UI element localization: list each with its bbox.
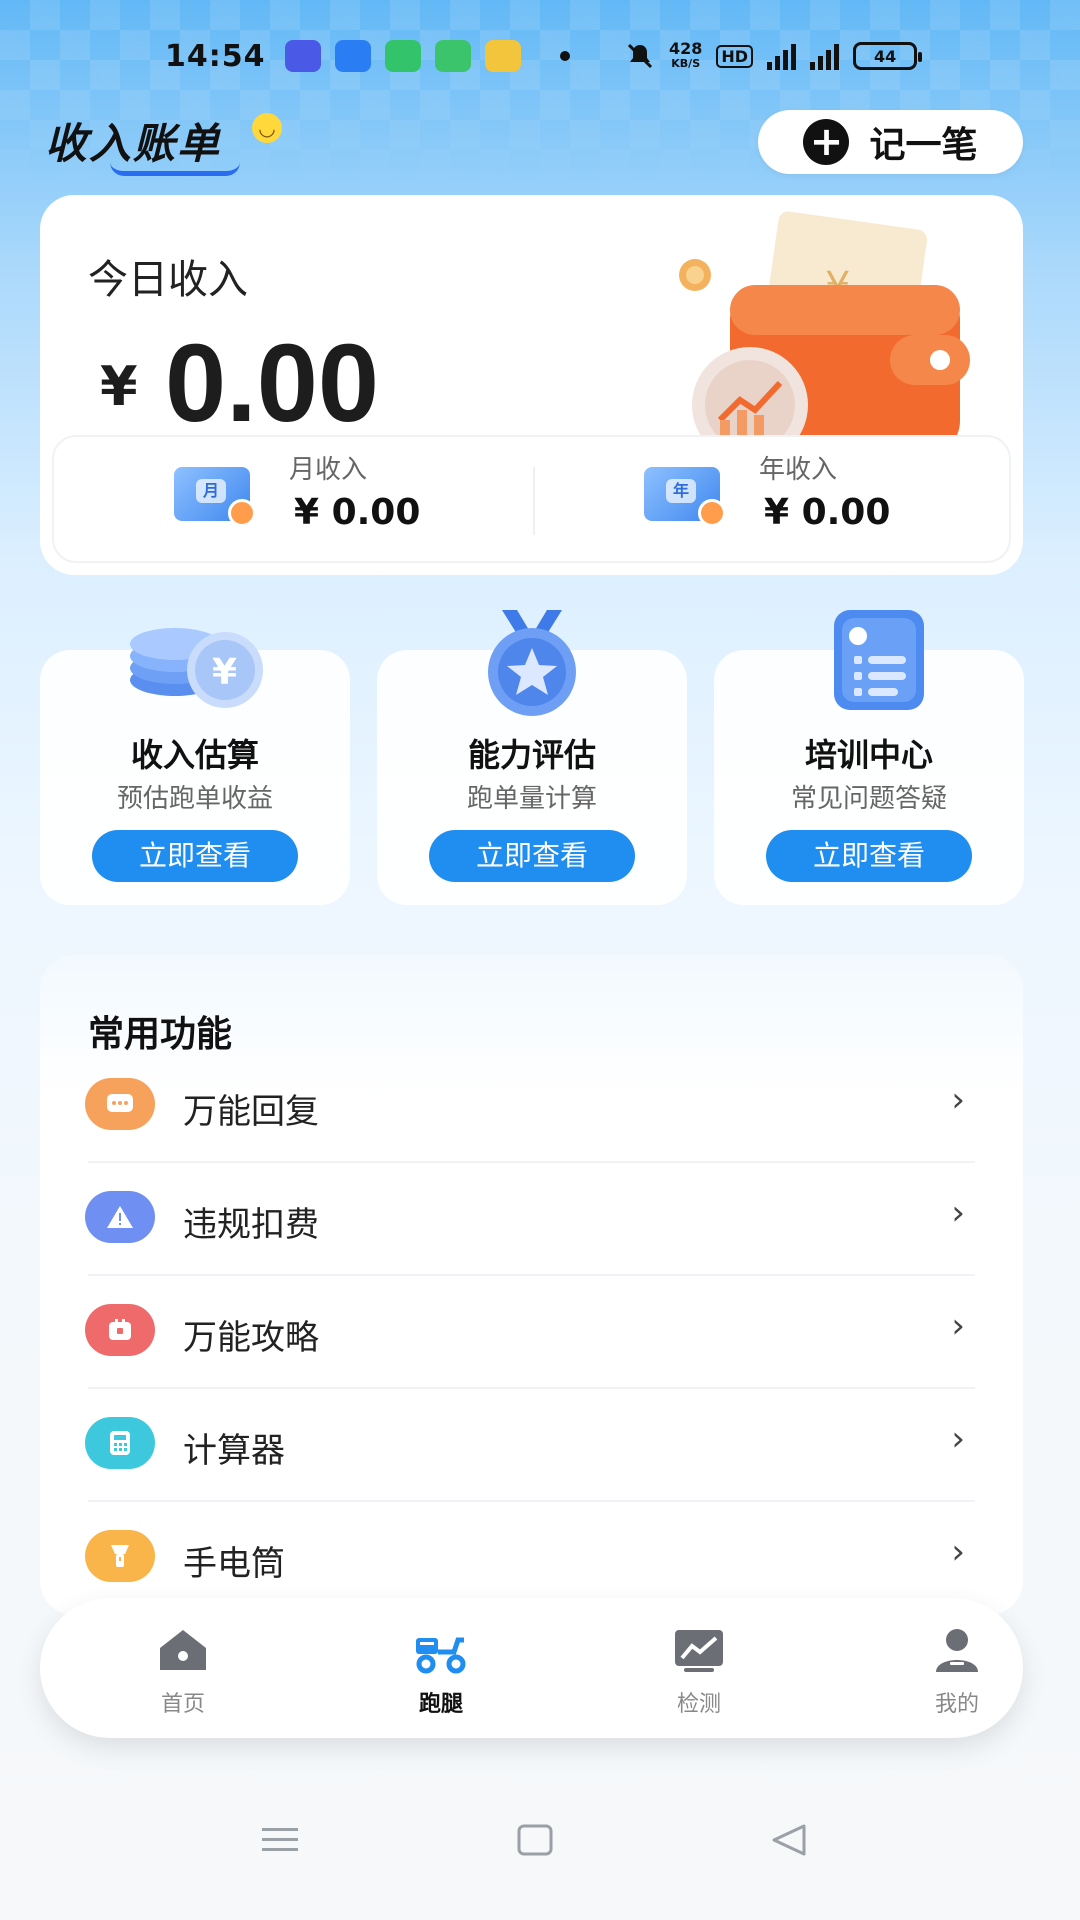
nav-label: 首页 [160,1692,205,1717]
add-record-label: 记一笔 [869,125,978,166]
menu-button[interactable] [250,1815,310,1865]
chevron-right-icon: › [951,1080,965,1120]
signal-icon [767,42,797,70]
wechat-notification-icon [435,40,471,72]
app-notification-icon [335,40,371,72]
notification-icons [285,40,521,72]
list-item-violation-deduction[interactable]: 违规扣费 › [40,1163,1023,1276]
today-income-label: 今日收入 [88,257,248,303]
status-time: 14:54 [165,38,266,74]
list-item-calculator[interactable]: 计算器 › [40,1389,1023,1502]
yearly-income-value: ¥ 0.00 [764,492,891,533]
list-item-label: 万能回复 [183,1092,319,1132]
add-record-button[interactable]: + 记一笔 [758,110,1023,174]
signal-icon [810,42,840,70]
network-speed-value: 428 [669,39,703,58]
feature-subtitle: 预估跑单收益 [116,784,273,814]
status-indicators: 428 KB/S HD 44 [625,41,923,71]
feature-title: 收入估算 [130,736,259,774]
feature-card-training-center[interactable]: 培训中心 常见问题答疑 立即查看 [714,610,1024,905]
view-now-button[interactable]: 立即查看 [429,830,635,882]
income-card: 今日收入 ¥ 0.00 ¥ 月 月收入 ¥ 0.00 年 年收入 ¥ 0.00 [40,195,1023,575]
hd-badge: HD [716,44,754,68]
nav-item-detect[interactable]: 检测 [624,1598,774,1738]
bottom-navigation: 首页 跑腿 检测 我的 [40,1598,1023,1738]
monthly-income: 月 月收入 ¥ 0.00 [54,437,494,565]
home-icon [160,1630,206,1670]
year-card-icon: 年 [644,467,726,527]
chevron-right-icon: › [951,1419,965,1459]
list-item-label: 万能攻略 [183,1318,319,1358]
smile-icon: ◡ [252,113,282,143]
nav-item-mine[interactable]: 我的 [882,1598,1032,1738]
checklist-icon [834,610,924,710]
guide-icon [85,1304,155,1356]
today-income-amount: 0.00 [165,322,380,445]
home-button[interactable] [505,1815,565,1865]
menu-icon [262,1828,298,1851]
list-item-universal-guide[interactable]: 万能攻略 › [40,1276,1023,1389]
status-bar: 14:54 428 KB/S HD 44 [0,30,1080,82]
mute-icon [627,43,653,69]
message-icon [85,1078,155,1130]
yearly-income-label: 年收入 [759,455,838,485]
chevron-right-icon: › [951,1532,965,1572]
user-icon [936,1629,978,1672]
list-item-label: 违规扣费 [183,1205,319,1245]
nav-label: 检测 [676,1692,721,1717]
month-card-icon: 月 [174,467,256,527]
medal-icon [488,610,576,716]
coins-icon: ¥ [130,628,263,708]
chart-icon [675,1630,723,1672]
square-home-icon [517,1824,553,1856]
svg-text:¥: ¥ [212,652,237,693]
nav-item-errand[interactable]: 跑腿 [366,1598,516,1738]
view-now-button[interactable]: 立即查看 [766,830,972,882]
calculator-icon [85,1417,155,1469]
list-item-label: 手电筒 [183,1544,285,1584]
monthly-income-value: ¥ 0.00 [294,492,421,533]
network-speed: 428 KB/S [669,41,702,71]
month-icon-text: 月 [196,479,226,503]
function-list: 万能回复 › 违规扣费 › 万能攻略 › 计算器 › 手电筒 › [40,1050,1023,1615]
feature-card-income-estimate[interactable]: ¥ 收入估算 预估跑单收益 立即查看 [40,628,350,905]
app-notification-icon [285,40,321,72]
year-icon-text: 年 [666,479,696,503]
feature-subtitle: 跑单量计算 [466,784,597,814]
system-navigation-bar [0,1800,1080,1880]
back-button[interactable] [760,1815,820,1865]
list-item-universal-reply[interactable]: 万能回复 › [40,1050,1023,1163]
warning-icon [85,1191,155,1243]
yearly-income: 年 年收入 ¥ 0.00 [524,437,964,565]
flashlight-icon [85,1530,155,1582]
monthly-income-label: 月收入 [289,455,368,485]
battery-level: 44 [873,46,897,66]
scooter-icon [416,1637,466,1674]
more-notifications-dot [560,51,570,61]
nav-item-home[interactable]: 首页 [108,1598,258,1738]
income-summary-row: 月 月收入 ¥ 0.00 年 年收入 ¥ 0.00 [52,435,1011,563]
feature-title: 培训中心 [804,736,933,774]
network-speed-unit: KB/S [671,57,701,70]
logo-underline [110,162,240,176]
battery-icon: 44 [853,42,923,70]
list-item-label: 计算器 [183,1431,285,1471]
feature-card-ability-assessment[interactable]: 能力评估 跑单量计算 立即查看 [377,610,687,905]
feature-subtitle: 常见问题答疑 [790,784,947,814]
app-notification-icon [485,40,521,72]
wallet-illustration-icon: ¥ [679,211,970,455]
nav-label: 跑腿 [418,1692,463,1717]
currency-symbol: ¥ [100,355,138,418]
view-now-button[interactable]: 立即查看 [92,830,298,882]
chevron-right-icon: › [951,1193,965,1233]
feature-title: 能力评估 [467,736,596,774]
plus-icon: + [803,119,850,165]
app-notification-icon [385,40,421,72]
chevron-right-icon: › [951,1306,965,1346]
back-triangle-icon [772,1824,806,1856]
nav-label: 我的 [934,1692,979,1717]
common-functions-panel: 常用功能 万能回复 › 违规扣费 › 万能攻略 › 计算器 › 手电筒 › [40,955,1023,1615]
